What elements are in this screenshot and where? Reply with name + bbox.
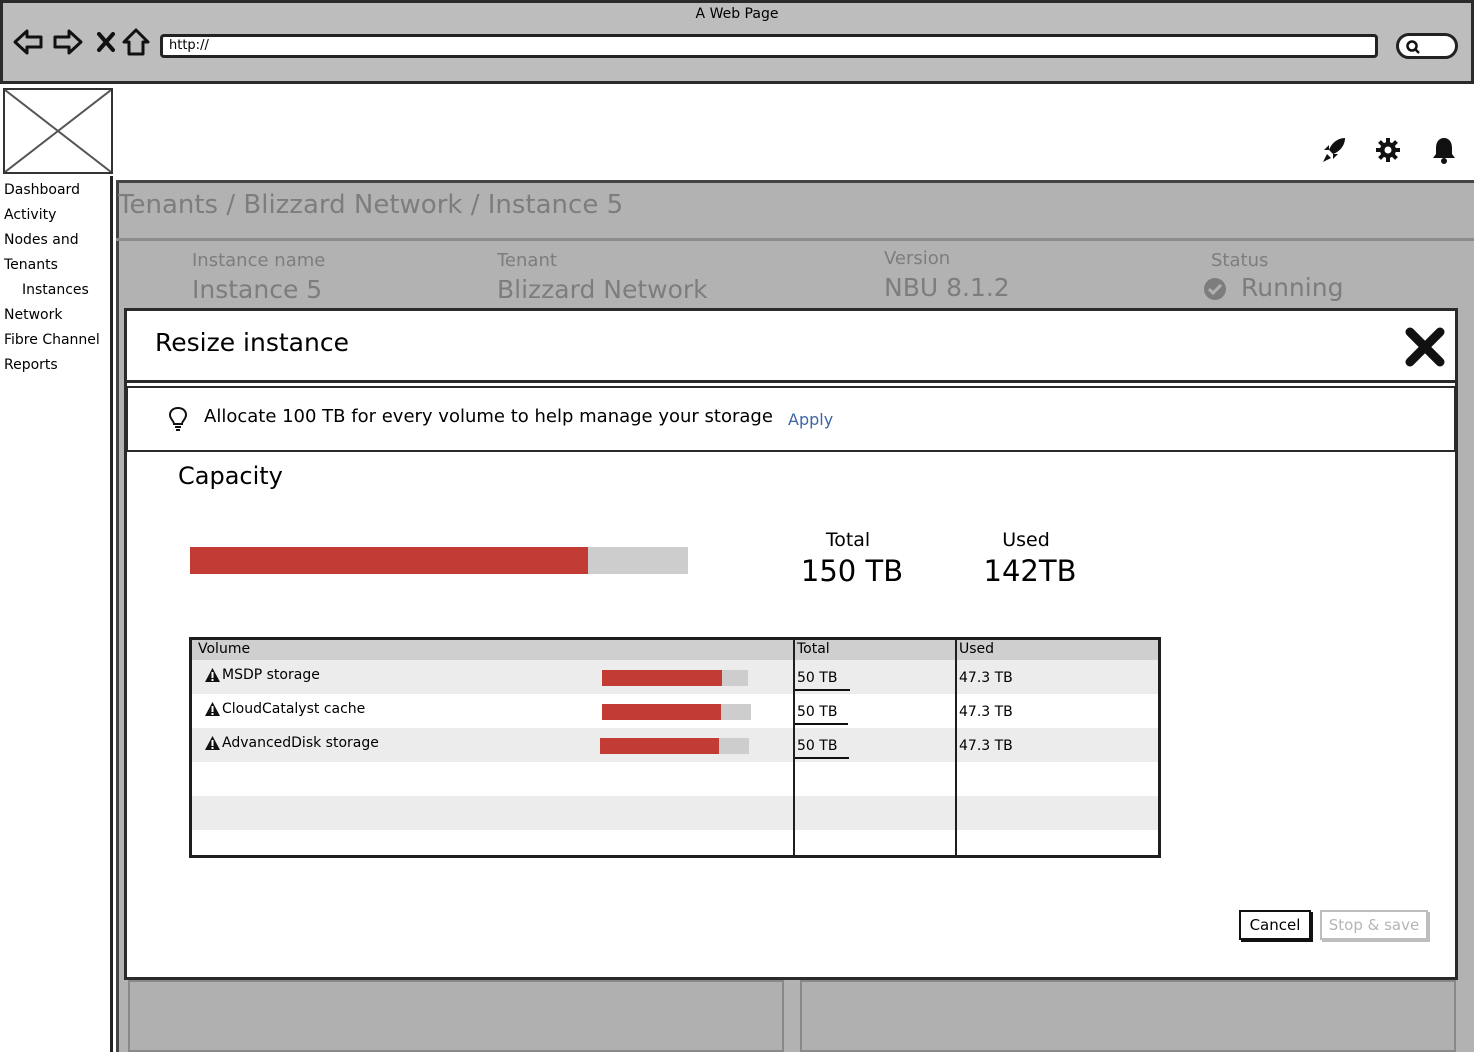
sidebar-item-fibre-channel[interactable]: Fibre Channel xyxy=(4,331,100,349)
total-input-underline xyxy=(794,689,850,691)
forward-arrow-icon[interactable] xyxy=(52,26,84,58)
volume-name: AdvancedDisk storage xyxy=(222,735,379,751)
rocket-icon[interactable] xyxy=(1316,132,1352,168)
warning-icon xyxy=(205,736,220,750)
browser-search-field[interactable] xyxy=(1396,33,1458,59)
column-divider xyxy=(955,640,957,855)
tenant-label: Tenant xyxy=(497,250,557,271)
volume-total-value[interactable]: 50 TB xyxy=(797,738,837,754)
volume-used-value: 47.3 TB xyxy=(959,704,1013,720)
sidebar-item-reports[interactable]: Reports xyxy=(4,356,58,374)
breadcrumb: Tenants / Blizzard Network / Instance 5 xyxy=(118,190,624,220)
capacity-bar-fill xyxy=(190,547,588,574)
browser-window-title: A Web Page xyxy=(695,6,779,22)
volume-total-value[interactable]: 50 TB xyxy=(797,670,837,686)
sidebar-item-activity[interactable]: Activity xyxy=(4,206,56,224)
capacity-heading: Capacity xyxy=(178,462,283,490)
column-header-volume: Volume xyxy=(198,641,251,657)
stop-x-icon[interactable] xyxy=(90,26,122,58)
gear-icon[interactable] xyxy=(1370,132,1406,168)
used-value: 142TB xyxy=(983,554,1077,588)
stop-and-save-button[interactable]: Stop & save xyxy=(1320,910,1428,940)
empty-table-row xyxy=(192,830,1158,855)
table-header-row: Volume Total Used xyxy=(192,640,1158,660)
logo-placeholder xyxy=(3,88,113,174)
background-panel-right xyxy=(800,980,1456,1052)
total-label: Total xyxy=(825,529,871,551)
search-icon xyxy=(1406,40,1420,54)
warning-icon xyxy=(205,702,220,716)
sidebar-item-nodes-and[interactable]: Nodes and xyxy=(4,231,79,249)
total-value: 150 TB xyxy=(800,554,904,588)
version-value: NBU 8.1.2 xyxy=(884,273,1010,302)
instance-name-value: Instance 5 xyxy=(192,275,323,304)
volume-used-value: 47.3 TB xyxy=(959,670,1013,686)
volume-usage-bar-fill xyxy=(600,738,719,754)
used-label: Used xyxy=(1002,529,1050,551)
volume-usage-bar-track xyxy=(602,670,748,686)
empty-table-row xyxy=(192,796,1158,830)
sidebar-item-tenants[interactable]: Tenants xyxy=(4,256,58,274)
volume-usage-bar-track xyxy=(602,704,751,720)
volume-total-value[interactable]: 50 TB xyxy=(797,704,837,720)
lightbulb-icon xyxy=(168,406,188,432)
version-label: Version xyxy=(884,248,951,269)
volume-name: MSDP storage xyxy=(222,667,320,683)
volume-name-cell: AdvancedDisk storage xyxy=(204,735,379,751)
bell-icon[interactable] xyxy=(1426,132,1462,168)
url-input[interactable]: http:// xyxy=(160,34,1378,58)
sidebar-nav: Dashboard Activity Nodes and Tenants Ins… xyxy=(0,176,113,1052)
breadcrumb-divider xyxy=(116,238,1474,241)
volume-usage-bar-track xyxy=(600,738,749,754)
volume-name: CloudCatalyst cache xyxy=(222,701,366,717)
home-icon[interactable] xyxy=(120,26,152,58)
warning-icon xyxy=(205,668,220,682)
back-arrow-icon[interactable] xyxy=(12,26,44,58)
volume-usage-bar-fill xyxy=(602,704,721,720)
apply-link[interactable]: Apply xyxy=(788,410,833,429)
total-input-underline xyxy=(794,757,849,759)
empty-table-row xyxy=(192,762,1158,796)
status-label: Status xyxy=(1211,250,1269,271)
check-circle-icon xyxy=(1203,277,1227,301)
sidebar-item-instances[interactable]: Instances xyxy=(22,281,89,299)
tenant-value: Blizzard Network xyxy=(497,275,708,304)
volume-name-cell: MSDP storage xyxy=(204,667,320,683)
column-divider xyxy=(793,640,795,855)
volume-table: Volume Total Used MSDP storage 50 TB 47.… xyxy=(189,637,1161,858)
total-input-underline xyxy=(794,723,848,725)
instance-name-label: Instance name xyxy=(192,250,326,271)
volume-used-value: 47.3 TB xyxy=(959,738,1013,754)
table-row[interactable]: AdvancedDisk storage 50 TB 47.3 TB xyxy=(192,728,1158,762)
sidebar-item-dashboard[interactable]: Dashboard xyxy=(4,181,80,199)
volume-name-cell: CloudCatalyst cache xyxy=(204,701,365,717)
table-row[interactable]: CloudCatalyst cache 50 TB 47.3 TB xyxy=(192,694,1158,728)
suggestion-text: Allocate 100 TB for every volume to help… xyxy=(204,406,773,427)
column-header-used: Used xyxy=(959,641,995,657)
modal-header-divider xyxy=(124,380,1458,383)
cancel-button[interactable]: Cancel xyxy=(1239,910,1311,940)
column-header-total: Total xyxy=(797,641,830,657)
modal-title: Resize instance xyxy=(155,328,349,357)
table-row[interactable]: MSDP storage 50 TB 47.3 TB xyxy=(192,660,1158,694)
close-icon[interactable] xyxy=(1404,326,1446,368)
background-panel-left xyxy=(128,980,784,1052)
volume-usage-bar-fill xyxy=(602,670,722,686)
status-value: Running xyxy=(1241,273,1344,302)
sidebar-item-network[interactable]: Network xyxy=(4,306,62,324)
